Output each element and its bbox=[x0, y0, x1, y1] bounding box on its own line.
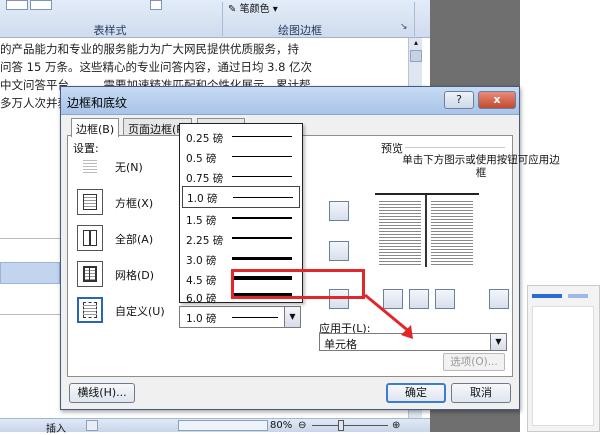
macro-icon[interactable] bbox=[86, 420, 98, 431]
dialog-launcher-icon[interactable]: ↘ bbox=[400, 22, 408, 32]
ribbon-group-draw-borders: 绘图边框 bbox=[278, 24, 322, 37]
ruler-toggle-icon[interactable] bbox=[410, 50, 422, 62]
border-all-icon[interactable] bbox=[77, 225, 103, 251]
preview-hint: 单击下方图示或使用按钮可应用边框 bbox=[402, 154, 560, 179]
apply-to-value: 单元格 bbox=[324, 338, 357, 351]
preview-divider bbox=[405, 147, 505, 148]
width-option-025[interactable]: 0.25 磅 bbox=[182, 126, 300, 148]
cancel-button[interactable]: 取消 bbox=[451, 383, 511, 403]
table-style-thumb[interactable] bbox=[6, 0, 28, 10]
pen-color-button[interactable]: ✎ 笔颜色 ▾ bbox=[228, 0, 278, 15]
dialog-title: 边框和底纹 bbox=[67, 96, 128, 110]
style-more-button[interactable] bbox=[150, 0, 162, 10]
preview-page[interactable] bbox=[375, 193, 479, 269]
ribbon: 表样式 ✎ 笔颜色 ▾ 绘图边框 ↘ bbox=[0, 0, 430, 38]
borders-and-shading-dialog: 边框和底纹 ? x 边框(B) 页面边框(P) 底纹(S) 设置: 无(N) 方… bbox=[60, 86, 560, 410]
preview-column bbox=[379, 199, 421, 265]
border-grid-icon[interactable] bbox=[77, 261, 103, 287]
ok-button[interactable]: 确定 bbox=[386, 383, 446, 403]
table-gridline bbox=[0, 238, 60, 239]
ribbon-separator bbox=[414, 2, 415, 36]
width-option-30[interactable]: 3.0 磅 bbox=[182, 248, 300, 270]
annotation-arrow-icon bbox=[364, 293, 413, 339]
width-option-075[interactable]: 0.75 磅 bbox=[182, 166, 300, 188]
preview-divider-line bbox=[425, 195, 427, 267]
chevron-down-icon[interactable]: ▼ bbox=[284, 307, 300, 327]
top-border-icon[interactable] bbox=[329, 201, 349, 221]
width-select-line bbox=[232, 317, 278, 318]
width-option-225[interactable]: 2.25 磅 bbox=[182, 228, 300, 250]
thumbnail-page bbox=[532, 306, 594, 426]
ribbon-separator bbox=[222, 2, 223, 36]
setting-box-label[interactable]: 方框(X) bbox=[115, 195, 153, 211]
width-select-value: 1.0 磅 bbox=[186, 313, 217, 325]
background-app-thumbnail bbox=[527, 285, 600, 432]
thumbnail-accent bbox=[568, 294, 588, 298]
scroll-up-icon[interactable]: ▴ bbox=[410, 38, 422, 48]
zoom-out-icon[interactable]: ⊖ bbox=[298, 420, 306, 431]
border-none-icon[interactable] bbox=[77, 153, 103, 179]
chevron-down-icon[interactable]: ▼ bbox=[490, 334, 506, 350]
ribbon-group-table-styles: 表样式 bbox=[93, 24, 127, 37]
border-custom-icon[interactable] bbox=[77, 297, 103, 323]
close-button[interactable]: x bbox=[478, 91, 516, 109]
thumbnail-accent bbox=[532, 294, 562, 298]
width-select[interactable]: 1.0 磅 ▼ bbox=[179, 306, 301, 328]
setting-custom-label[interactable]: 自定义(U) bbox=[115, 303, 165, 319]
border-box-icon[interactable] bbox=[77, 189, 103, 215]
inside-horizontal-border-icon[interactable] bbox=[329, 241, 349, 261]
width-option-15[interactable]: 1.5 磅 bbox=[182, 208, 300, 230]
options-button[interactable]: 选项(O)... bbox=[443, 353, 505, 371]
preview-label: 预览 bbox=[381, 142, 403, 155]
diagonal-down-border-icon[interactable] bbox=[489, 289, 509, 309]
table-style-thumb[interactable] bbox=[30, 0, 52, 10]
pen-color-label: 笔颜色 bbox=[239, 4, 270, 15]
setting-grid-label[interactable]: 网格(D) bbox=[115, 267, 154, 283]
table-gridline bbox=[0, 314, 60, 315]
view-buttons[interactable] bbox=[178, 420, 268, 431]
zoom-slider-handle[interactable] bbox=[338, 420, 344, 431]
pen-icon: ✎ bbox=[228, 4, 237, 15]
setting-none-label[interactable]: 无(N) bbox=[115, 159, 143, 175]
highlight-box bbox=[231, 269, 365, 299]
horizontal-line-button[interactable]: 横线(H)... bbox=[69, 383, 135, 403]
right-border-icon[interactable] bbox=[435, 289, 455, 309]
zoom-level[interactable]: 80% bbox=[270, 420, 292, 431]
zoom-slider[interactable] bbox=[312, 425, 388, 426]
help-button[interactable]: ? bbox=[444, 91, 474, 109]
selected-table-cell[interactable] bbox=[0, 262, 60, 284]
chevron-down-icon: ▾ bbox=[272, 4, 278, 15]
tab-borders[interactable]: 边框(B) bbox=[71, 118, 120, 137]
status-bar: 插入 80% ⊖ ⊕ bbox=[0, 418, 430, 435]
doc-line: 问答 15 万条。这些精心的专业问答内容，通过日均 3.8 亿次 bbox=[0, 60, 313, 74]
zoom-in-icon[interactable]: ⊕ bbox=[392, 420, 400, 431]
setting-all-label[interactable]: 全部(A) bbox=[115, 231, 153, 247]
insert-mode-indicator[interactable]: 插入 bbox=[46, 420, 66, 435]
width-option-10-selected[interactable]: 1.0 磅 bbox=[182, 186, 300, 208]
preview-column bbox=[431, 199, 473, 265]
width-option-05[interactable]: 0.5 磅 bbox=[182, 146, 300, 168]
doc-line: 的产品能力和专业的服务能力为广大网民提供优质服务，持 bbox=[0, 42, 299, 56]
dialog-titlebar[interactable]: 边框和底纹 ? x bbox=[61, 87, 519, 115]
